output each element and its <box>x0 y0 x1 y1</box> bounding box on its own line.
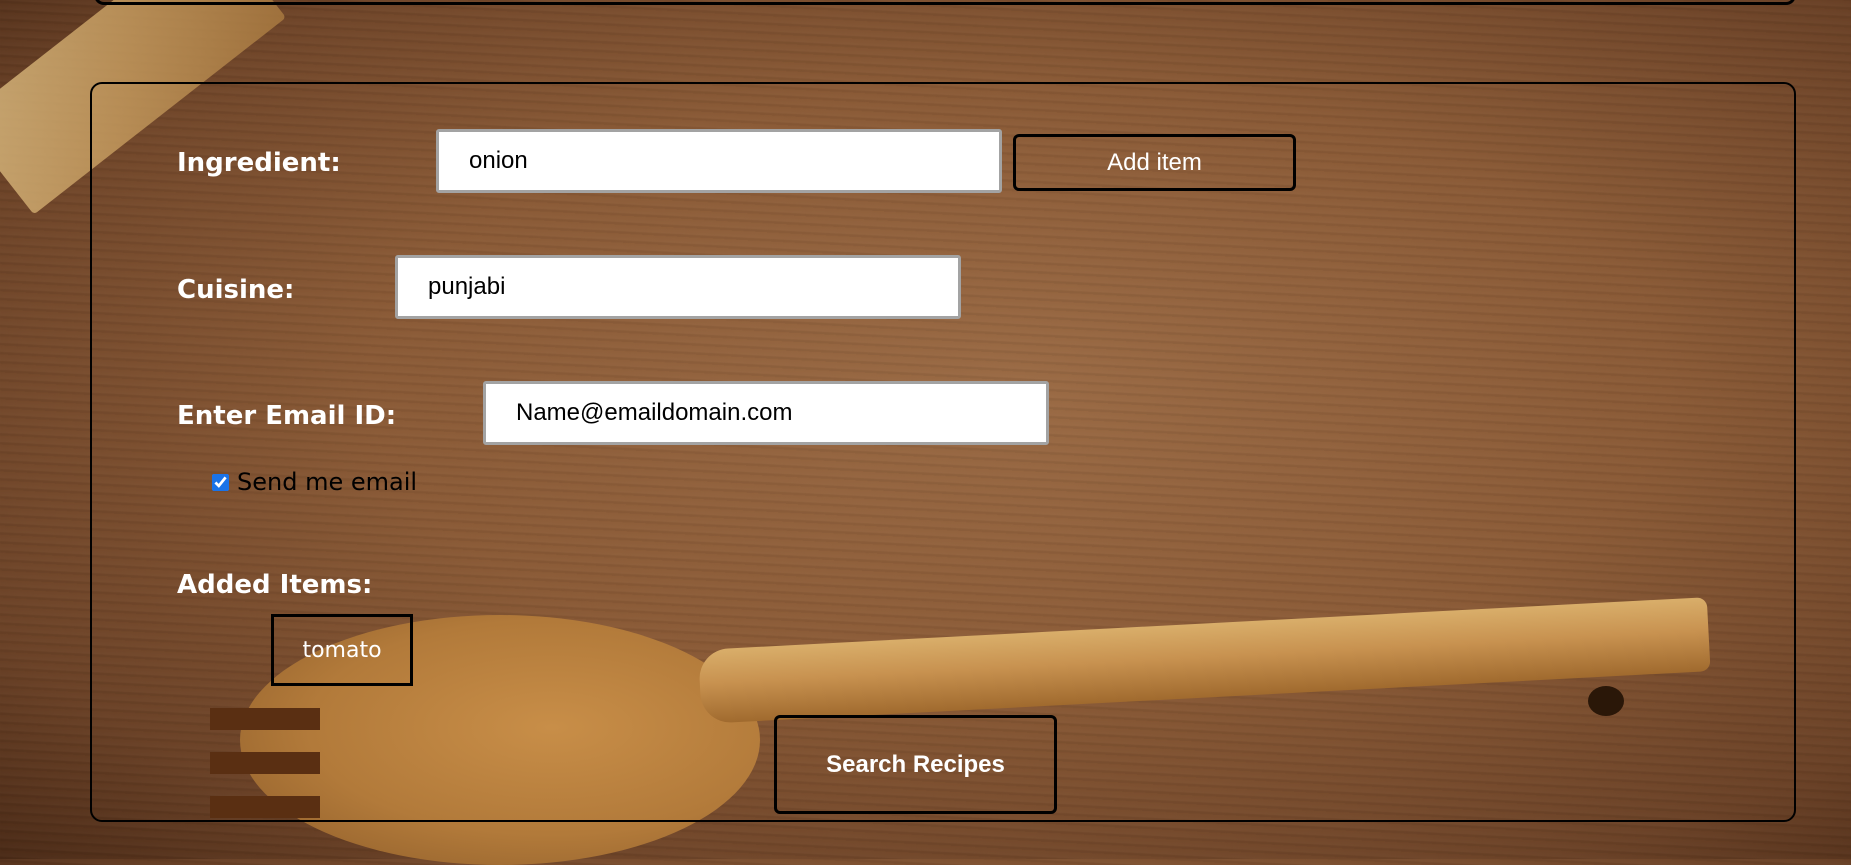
email-input[interactable] <box>483 381 1049 445</box>
send-email-option: Send me email <box>212 468 417 496</box>
cuisine-label: Cuisine: <box>177 275 295 305</box>
email-label: Enter Email ID: <box>177 401 397 431</box>
top-panel-edge <box>94 0 1796 5</box>
ingredient-label: Ingredient: <box>177 148 341 178</box>
send-email-checkbox[interactable] <box>212 473 229 491</box>
added-item-chip[interactable]: tomato <box>271 614 413 686</box>
added-items-label: Added Items: <box>177 570 373 600</box>
ingredient-input[interactable] <box>436 129 1002 193</box>
send-email-label: Send me email <box>237 468 418 496</box>
search-recipes-button[interactable]: Search Recipes <box>774 715 1057 814</box>
add-item-button[interactable]: Add item <box>1013 134 1296 191</box>
recipe-search-panel <box>90 82 1796 822</box>
cuisine-input[interactable] <box>395 255 961 319</box>
